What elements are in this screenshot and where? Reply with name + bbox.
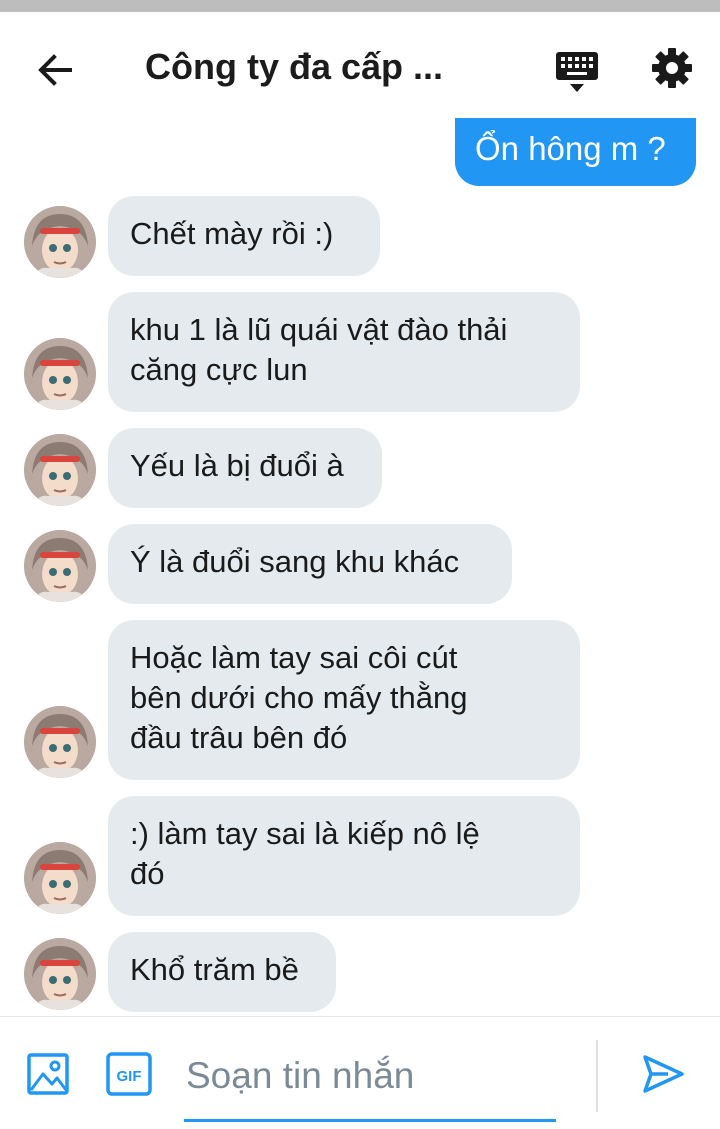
avatar[interactable] <box>24 206 96 278</box>
avatar[interactable] <box>24 842 96 914</box>
message-list[interactable]: Ổn hông m ? Chết mày rồi :) khu 1 là lũ q… <box>0 118 720 1018</box>
message-input-underline <box>184 1119 556 1122</box>
incoming-message-bubble[interactable]: khu 1 là lũ quái vật đào thải căng cực lu… <box>108 292 580 412</box>
incoming-message-bubble[interactable]: Chết mày rồi :) <box>108 196 380 276</box>
message-text-line: :) làm tay sai là kiếp nô lệ <box>130 816 480 851</box>
message-text-line: Ý là đuổi sang khu khác <box>130 544 460 579</box>
keyboard-button[interactable] <box>554 50 600 94</box>
message-text-line: khu 1 là lũ quái vật đào thải <box>130 312 508 347</box>
message-text-line: Khổ trăm bề <box>130 952 299 987</box>
gif-icon: GIF <box>106 1052 152 1096</box>
message-text-line: bên dưới cho mấy thằng <box>130 680 468 715</box>
keyboard-icon <box>556 52 598 92</box>
incoming-message-bubble[interactable]: Hoặc làm tay sai côi cút bên dưới cho mấy… <box>108 620 580 780</box>
avatar-image <box>24 434 96 506</box>
message-text-line: đầu trâu bên đó <box>130 720 348 755</box>
message-text-line: căng cực lun <box>130 352 308 387</box>
incoming-message-bubble[interactable]: :) làm tay sai là kiếp nô lệ đó <box>108 796 580 916</box>
avatar[interactable] <box>24 434 96 506</box>
message-text-line: đó <box>130 856 165 891</box>
attach-image-button[interactable] <box>26 1052 70 1096</box>
avatar-image <box>24 530 96 602</box>
message-input[interactable] <box>184 1050 560 1102</box>
conversation-title: Công ty đa cấp ... <box>145 46 444 87</box>
settings-button[interactable] <box>650 46 694 90</box>
message-text-line: Hoặc làm tay sai côi cút <box>130 640 458 675</box>
chat-header: Công ty đa cấp ... <box>0 12 720 122</box>
avatar-image <box>24 938 96 1010</box>
gif-button[interactable]: GIF <box>106 1052 152 1096</box>
avatar[interactable] <box>24 706 96 778</box>
avatar-image <box>24 338 96 410</box>
incoming-message-bubble[interactable]: Khổ trăm bề <box>108 932 336 1012</box>
incoming-message-bubble[interactable]: Ý là đuổi sang khu khác <box>108 524 512 604</box>
avatar-image <box>24 206 96 278</box>
avatar[interactable] <box>24 530 96 602</box>
avatar[interactable] <box>24 938 96 1010</box>
send-divider <box>596 1040 598 1112</box>
message-text-line: Yếu là bị đuổi à <box>130 448 344 483</box>
image-icon <box>27 1053 69 1095</box>
back-button[interactable] <box>34 48 78 92</box>
outgoing-message-bubble[interactable]: Ổn hông m ? <box>455 118 696 186</box>
status-bar-strip <box>0 0 720 12</box>
send-icon <box>643 1055 684 1093</box>
avatar-image <box>24 842 96 914</box>
send-button[interactable] <box>640 1052 686 1096</box>
incoming-message-bubble[interactable]: Yếu là bị đuổi à <box>108 428 382 508</box>
arrow-left-icon <box>38 54 72 86</box>
avatar-image <box>24 706 96 778</box>
gear-icon <box>652 48 692 88</box>
message-text-line: Chết mày rồi :) <box>130 216 334 251</box>
gif-label: GIF <box>117 1068 142 1085</box>
composer-divider <box>0 1016 720 1017</box>
avatar[interactable] <box>24 338 96 410</box>
